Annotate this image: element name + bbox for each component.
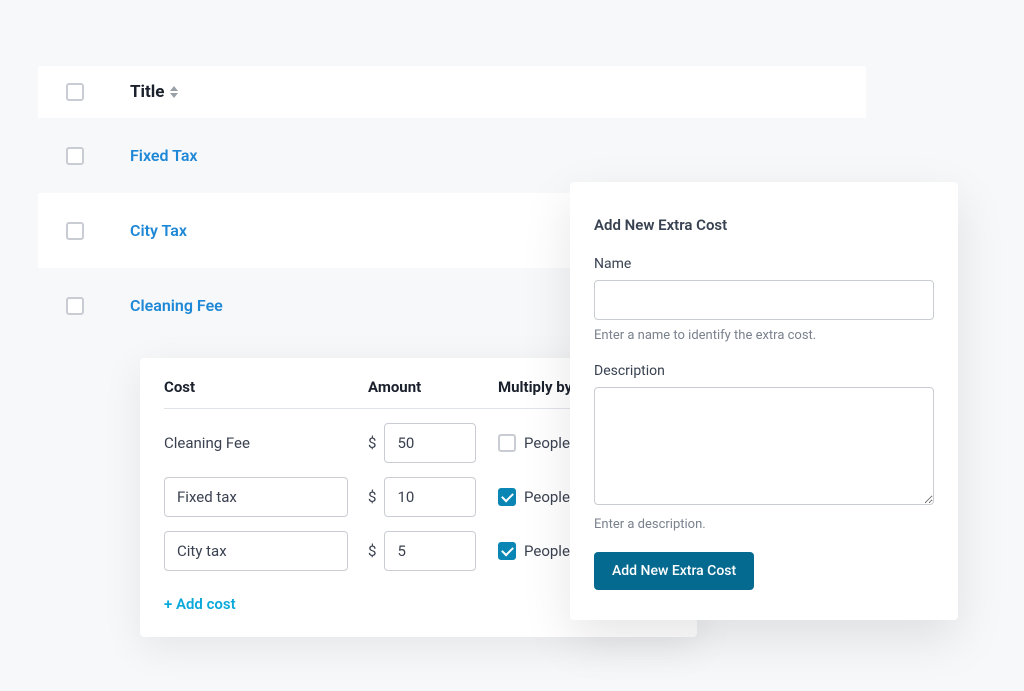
col-amount: Amount [368,378,498,396]
currency-symbol: $ [368,542,376,560]
add-cost-link[interactable]: + Add cost [164,595,236,613]
description-label: Description [594,363,934,379]
column-title[interactable]: Title [130,82,178,102]
multiply-checkbox[interactable] [498,488,516,506]
multiply-checkbox[interactable] [498,434,516,452]
cost-name: Cleaning Fee [164,434,368,452]
amount-input[interactable] [384,477,476,517]
item-link[interactable]: Fixed Tax [130,146,198,165]
multiply-label: People [524,542,570,560]
select-all-checkbox[interactable] [66,83,84,101]
row-checkbox[interactable] [66,297,84,315]
list-header-row: Title [38,66,866,118]
currency-symbol: $ [368,488,376,506]
panel-title: Add New Extra Cost [594,216,934,234]
item-link[interactable]: City Tax [130,221,187,240]
name-label: Name [594,256,934,272]
multiply-label: People [524,434,570,452]
add-extra-cost-button[interactable]: Add New Extra Cost [594,552,754,590]
description-help-text: Enter a description. [594,517,934,532]
multiply-label: People [524,488,570,506]
description-textarea[interactable] [594,387,934,505]
item-link[interactable]: Cleaning Fee [130,296,223,315]
cost-name-input[interactable] [164,477,348,517]
cost-name-input[interactable] [164,531,348,571]
amount-input[interactable] [384,531,476,571]
name-input[interactable] [594,280,934,320]
sort-icon [170,86,178,98]
row-checkbox[interactable] [66,147,84,165]
row-checkbox[interactable] [66,222,84,240]
currency-symbol: $ [368,434,376,452]
multiply-checkbox[interactable] [498,542,516,560]
add-extra-cost-panel: Add New Extra Cost Name Enter a name to … [570,182,958,620]
name-help-text: Enter a name to identify the extra cost. [594,328,934,343]
column-title-label: Title [130,82,164,102]
col-cost: Cost [164,378,368,396]
amount-input[interactable] [384,423,476,463]
